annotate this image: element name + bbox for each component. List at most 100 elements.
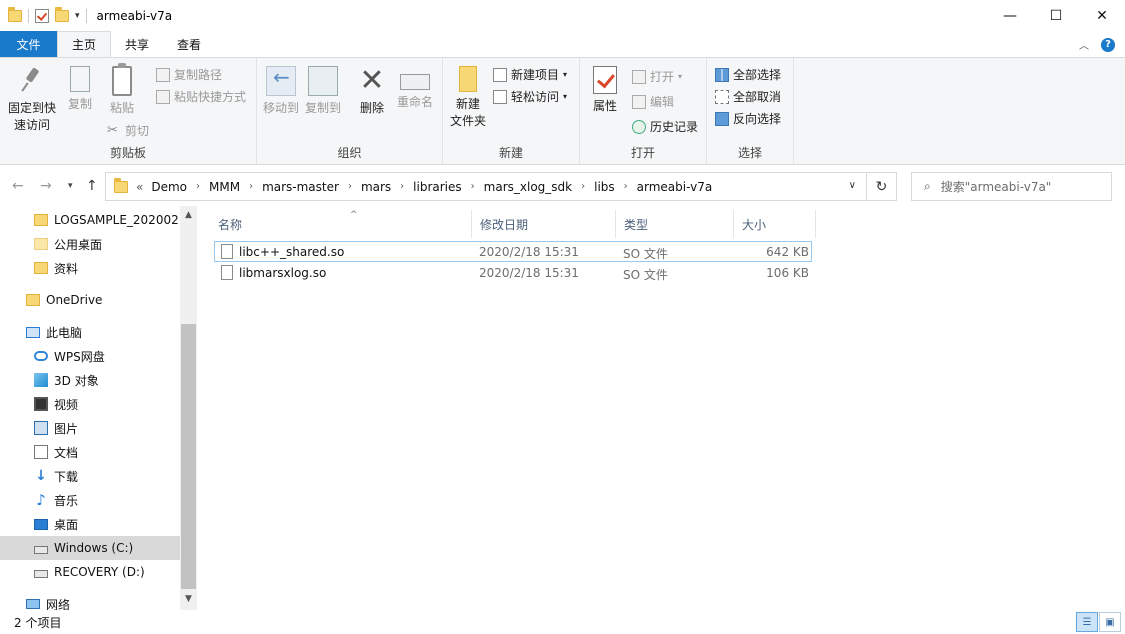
chevron-right-icon[interactable]: › (348, 181, 352, 192)
nav-item-logsample[interactable]: LOGSAMPLE_2020021 (0, 208, 180, 232)
breadcrumb-armeabi-v7a[interactable]: armeabi-v7a (637, 180, 713, 194)
nav-item-music[interactable]: ♪ 音乐 (0, 488, 180, 512)
nav-item-materials[interactable]: 资料 (0, 256, 180, 280)
properties-button[interactable]: 属性 (588, 66, 622, 115)
new-folder-button[interactable]: 新建 文件夹 (447, 66, 489, 130)
breadcrumb-libs[interactable]: libs (594, 180, 615, 194)
select-all-button[interactable]: 全部选择 (715, 66, 781, 83)
file-name: libmarsxlog.so (239, 266, 327, 280)
column-date[interactable]: 修改日期 (472, 210, 616, 238)
breadcrumb-mmm[interactable]: MMM (209, 180, 240, 194)
nav-item-videos[interactable]: 视频 (0, 392, 180, 416)
collapse-ribbon-icon[interactable]: ︿ (1079, 37, 1089, 52)
refresh-button[interactable]: ↻ (867, 172, 897, 201)
tab-home[interactable]: 主页 (57, 31, 112, 57)
overflow-breadcrumb[interactable]: « (136, 180, 143, 194)
select-all-icon (715, 67, 729, 82)
select-group-label: 选择 (737, 146, 762, 160)
nav-item-public-desktop[interactable]: 公用桌面 (0, 232, 180, 256)
minimize-button[interactable]: — (987, 0, 1033, 31)
network-icon (26, 599, 40, 609)
breadcrumb-mars-master[interactable]: mars-master (262, 180, 339, 194)
nav-item-downloads[interactable]: ↓ 下载 (0, 464, 180, 488)
breadcrumb-mars[interactable]: mars (361, 180, 391, 194)
maximize-button[interactable]: ☐ (1033, 0, 1079, 31)
file-type: SO 文件 (623, 247, 668, 261)
file-icon (221, 244, 233, 259)
breadcrumb-mars-xlog-sdk[interactable]: mars_xlog_sdk (484, 180, 572, 194)
recent-locations-icon[interactable]: ▾ (68, 181, 73, 191)
breadcrumb-demo[interactable]: Demo (151, 180, 187, 194)
easy-access-button[interactable]: 轻松访问 ▾ (493, 88, 567, 105)
tab-file[interactable]: 文件 (0, 31, 57, 57)
properties-icon[interactable] (35, 8, 49, 23)
rename-button[interactable]: 重命名 (393, 66, 437, 111)
nav-item-this-pc[interactable]: 此电脑 (0, 320, 180, 344)
desktop-icon (34, 518, 48, 530)
copy-to-button[interactable]: 复制到 (303, 66, 343, 117)
chevron-right-icon[interactable]: › (249, 181, 253, 192)
large-icons-view-button[interactable]: ▣ (1099, 612, 1121, 632)
new-item-button[interactable]: 新建项目 ▾ (493, 66, 567, 83)
move-to-button[interactable]: 移动到 (261, 66, 301, 117)
table-row[interactable]: libmarsxlog.so 2020/2/18 15:31 SO 文件 106… (214, 263, 812, 284)
scroll-down-icon[interactable]: ▼ (180, 594, 197, 604)
open-button[interactable]: 打开 ▾ (632, 68, 682, 85)
paste-shortcut-label: 粘贴快捷方式 (174, 90, 247, 104)
scrollbar-thumb[interactable] (181, 324, 196, 589)
up-arrow-icon[interactable]: ↑ (86, 178, 98, 194)
pin-to-quick-access-button[interactable]: 固定到快 速访问 (6, 66, 58, 134)
paste-shortcut-button[interactable]: 粘贴快捷方式 (156, 88, 246, 105)
details-view-button[interactable]: ☰ (1076, 612, 1098, 632)
column-size[interactable]: 大小 (734, 210, 816, 238)
copy-path-button[interactable]: 复制路径 (156, 66, 222, 83)
breadcrumb-libraries[interactable]: libraries (413, 180, 461, 194)
cut-button[interactable]: ✂ 剪切 (107, 122, 149, 139)
chevron-right-icon[interactable]: › (400, 181, 404, 192)
cube-icon (34, 373, 48, 387)
nav-item-windows-c[interactable]: Windows (C:) (0, 536, 180, 560)
chevron-down-icon[interactable]: ∨ (849, 180, 856, 191)
paste-button[interactable]: 粘贴 (104, 63, 140, 117)
status-bar: 2 个项目 ☰ ▣ (0, 610, 1125, 634)
nav-item-onedrive[interactable]: OneDrive (0, 288, 180, 312)
chevron-right-icon[interactable]: › (581, 181, 585, 192)
nav-item-label: Windows (C:) (54, 541, 134, 555)
copy-button[interactable]: 复制 (62, 66, 98, 113)
select-none-button[interactable]: 全部取消 (715, 88, 781, 105)
table-row[interactable]: libc++_shared.so 2020/2/18 15:31 SO 文件 6… (214, 241, 812, 262)
nav-item-documents[interactable]: 文档 (0, 440, 180, 464)
nav-item-recovery-d[interactable]: RECOVERY (D:) (0, 560, 180, 584)
select-none-icon (715, 89, 729, 104)
back-arrow-icon[interactable]: ← (12, 178, 24, 194)
address-bar[interactable]: « Demo › MMM › mars-master › mars › libr… (105, 172, 867, 201)
chevron-right-icon[interactable]: › (471, 181, 475, 192)
history-icon (632, 119, 646, 134)
close-button[interactable]: ✕ (1079, 0, 1125, 31)
invert-selection-button[interactable]: 反向选择 (715, 110, 781, 127)
tab-view[interactable]: 查看 (163, 31, 215, 57)
delete-button[interactable]: ✕ 删除 (355, 66, 389, 117)
scroll-up-icon[interactable]: ▲ (180, 210, 197, 220)
new-folder-label-line1: 新建 (455, 97, 480, 111)
new-folder-icon[interactable] (55, 6, 69, 22)
help-icon[interactable]: ? (1101, 37, 1115, 52)
tab-share[interactable]: 共享 (111, 31, 163, 57)
clipboard-icon (112, 63, 132, 96)
search-input[interactable]: ⌕ 搜索"armeabi-v7a" (911, 172, 1112, 201)
column-name[interactable]: ^ 名称 (210, 210, 472, 238)
nav-item-desktop[interactable]: 桌面 (0, 512, 180, 536)
chevron-right-icon[interactable]: › (196, 181, 200, 192)
chevron-right-icon[interactable]: › (624, 181, 628, 192)
move-to-label: 移动到 (262, 101, 299, 115)
edit-button[interactable]: 编辑 (632, 93, 674, 110)
nav-item-pictures[interactable]: 图片 (0, 416, 180, 440)
nav-item-wps-drive[interactable]: WPS网盘 (0, 344, 180, 368)
forward-arrow-icon[interactable]: → (40, 178, 52, 194)
chevron-down-icon: ▾ (563, 92, 568, 101)
nav-scrollbar[interactable]: ▲ ▼ (180, 206, 197, 610)
nav-item-3d-objects[interactable]: 3D 对象 (0, 368, 180, 392)
column-type[interactable]: 类型 (616, 210, 734, 238)
customize-quick-access-icon[interactable]: ▾ (75, 11, 80, 21)
history-button[interactable]: 历史记录 (632, 118, 698, 135)
